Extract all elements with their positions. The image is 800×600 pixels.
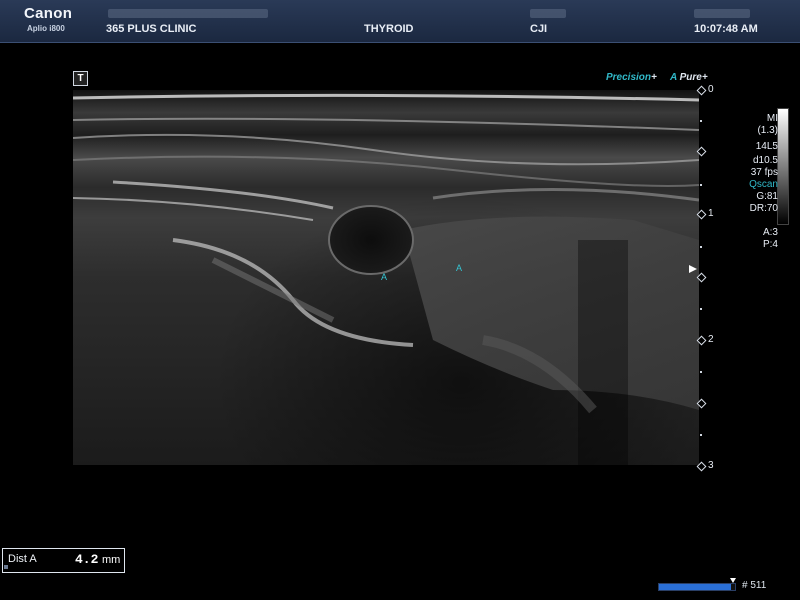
depth-tick-2-half [696,398,707,409]
precision-indicator: Precision+ [606,72,657,83]
depth-label-3: 3 [708,460,714,471]
dynamic-range-value: DR:70 [749,203,778,214]
measurement-value: 4.2 [75,552,99,567]
frame-rate: 37 fps [750,167,778,178]
measurement-unit: mm [102,554,121,566]
depth-minor-tick [700,308,702,310]
depth-tick-1-half [696,272,707,283]
frame-counter: # 511 [742,580,767,591]
depth-label-2: 2 [708,334,714,345]
brand-logo: Canon [24,5,73,22]
caliper-marker-b[interactable]: A [456,263,462,273]
depth-tick-1 [696,209,707,220]
exam-preset: THYROID [364,23,414,35]
depth-minor-tick [700,371,702,373]
model-name: Aplio i800 [27,24,65,33]
depth-tick-3 [696,461,707,472]
depth-tick-0 [696,85,707,96]
focus-position-marker[interactable] [689,265,697,273]
depth-tick-2 [696,335,707,346]
clock-time: 10:07:48 AM [694,23,758,35]
cine-progress-bar[interactable] [658,583,736,591]
cine-progress-fill [659,584,732,590]
depth-minor-tick [700,246,702,248]
gain-value: G:81 [756,191,778,202]
exam-date-redacted [694,9,750,18]
operator-initials: CJI [530,23,548,35]
depth-minor-tick [700,120,702,122]
depth-label-1: 1 [708,208,714,219]
measurement-corner-marker [4,565,8,569]
depth-label-0: 0 [708,84,714,95]
measurement-label: Dist A [8,553,37,565]
depth-minor-tick [700,434,702,436]
cine-position-marker[interactable] [730,578,736,583]
depth-value: d10.5 [752,155,778,166]
apure-indicator: A Pure+ [670,72,708,83]
grayscale-bar [777,108,789,225]
depth-minor-tick [700,184,702,186]
patient-id-redacted [530,9,566,18]
mi-label: MI [766,113,778,124]
depth-tick-half [696,146,707,157]
probe-name: 14L5 [755,141,778,152]
header-bar: Canon Aplio i800 365 PLUS CLINIC THYROID… [0,0,800,43]
a-value: A:3 [762,227,778,238]
qscan-indicator: Qscan [749,179,778,190]
measurement-box[interactable]: Dist A 4.2 mm [2,548,125,573]
p-value: P:4 [762,239,778,250]
mi-value: (1.3) [757,125,778,136]
mode-t-icon[interactable]: T [73,71,88,86]
patient-name-redacted [108,9,268,18]
depth-scale: 0 1 2 3 [692,84,722,474]
parameter-panel: MI (1.3) 14L5 d10.5 37 fps Qscan G:81 DR… [730,113,778,251]
caliper-marker-a[interactable]: A [381,272,387,282]
clinic-name: 365 PLUS CLINIC [106,23,197,35]
